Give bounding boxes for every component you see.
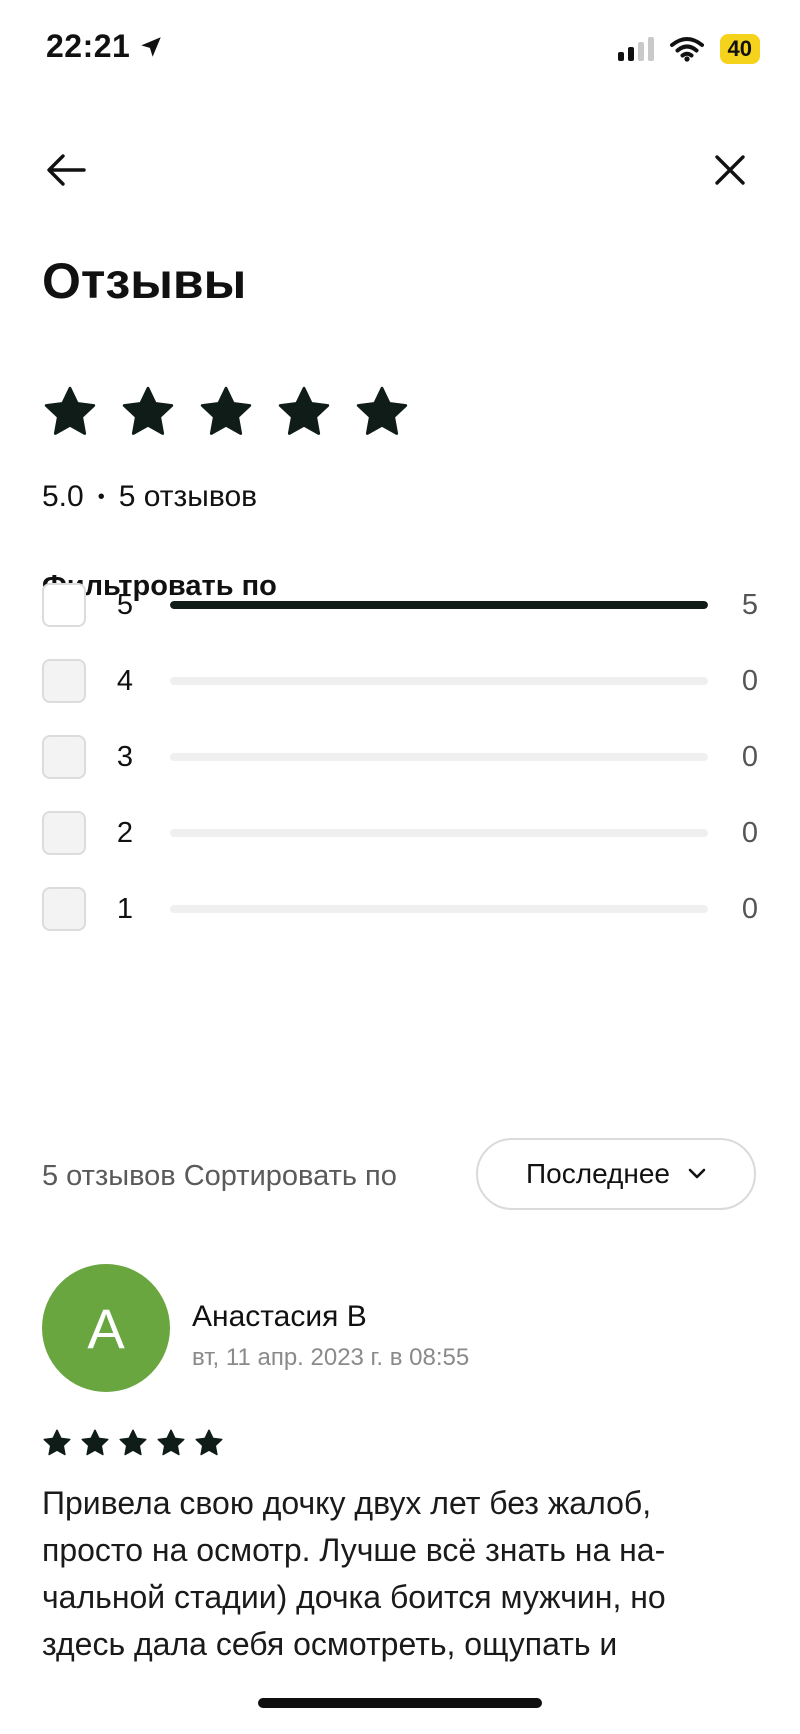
filter-count: 0 — [741, 816, 758, 849]
rating-separator: • — [97, 485, 105, 508]
page-title: Отзывы — [42, 253, 247, 309]
star-icon — [119, 1429, 147, 1456]
status-indicators: 40 — [617, 34, 760, 64]
arrow-left-icon — [47, 154, 86, 186]
wifi-icon — [669, 37, 704, 62]
review-text-line: просто на осмотр. Лучше всё знать на на- — [42, 1532, 666, 1568]
filter-label: 3 — [116, 740, 134, 773]
filter-bar-track — [170, 677, 708, 685]
star-icon — [157, 1429, 185, 1456]
sort-reviews-count: 5 отзывов — [42, 1159, 176, 1192]
cellular-signal-icon — [617, 37, 654, 61]
close-icon — [715, 155, 745, 185]
filter-count: 0 — [741, 740, 758, 773]
close-button[interactable] — [706, 146, 754, 194]
sort-label: Сортировать по — [183, 1159, 397, 1192]
sort-dropdown[interactable]: Последнее — [476, 1138, 756, 1210]
filter-checkbox-4[interactable] — [42, 659, 86, 703]
status-time-text: 22:21 — [46, 28, 131, 64]
star-icon — [195, 1429, 223, 1456]
filter-bar-track — [170, 601, 708, 609]
review-header: A Анастасия В вт, 11 апр. 2023 г. в 08:5… — [42, 1264, 758, 1392]
star-icon — [356, 386, 408, 435]
filter-row-1[interactable]: 1 0 — [42, 884, 758, 934]
filter-bar-track — [170, 829, 708, 837]
chevron-down-icon — [688, 1168, 706, 1179]
star-icon — [44, 386, 96, 435]
filter-label: 4 — [116, 664, 134, 697]
rating-value: 5.0 — [42, 480, 84, 513]
filter-checkbox-1[interactable] — [42, 887, 86, 931]
battery-indicator: 40 — [719, 34, 760, 64]
filter-checkbox-5[interactable] — [42, 583, 86, 627]
review-stars — [42, 1428, 758, 1458]
review-text-line: здесь дала себя осмотреть, ощупать и — [42, 1626, 618, 1662]
filter-row-4[interactable]: 4 0 — [42, 656, 758, 706]
filter-count: 0 — [741, 664, 758, 697]
rating-summary: 5.0 • 5 отзывов — [42, 480, 257, 514]
sort-row: 5 отзывов Сортировать по Последнее — [42, 1138, 758, 1214]
reviews-count: 5 отзывов — [118, 480, 258, 513]
filter-checkbox-3[interactable] — [42, 735, 86, 779]
star-icon — [43, 1429, 71, 1456]
filter-count: 5 — [741, 588, 758, 621]
status-time: 22:21 — [46, 28, 164, 65]
reviewer-name: Анастасия В — [192, 1300, 367, 1333]
filter-row-2[interactable]: 2 0 — [42, 808, 758, 858]
star-icon — [278, 386, 330, 435]
filter-bar-fill — [170, 601, 708, 609]
filter-label: 5 — [116, 588, 134, 621]
filter-label: 2 — [116, 816, 134, 849]
star-icon — [200, 386, 252, 435]
review-card: A Анастасия В вт, 11 апр. 2023 г. в 08:5… — [42, 1264, 758, 1668]
reviewer-info: Анастасия В вт, 11 апр. 2023 г. в 08:55 — [192, 1264, 469, 1372]
filter-checkbox-2[interactable] — [42, 811, 86, 855]
filter-row-3[interactable]: 3 0 — [42, 732, 758, 782]
sort-text: 5 отзывов Сортировать по — [42, 1160, 397, 1193]
review-date: вт, 11 апр. 2023 г. в 08:55 — [192, 1344, 470, 1371]
back-button[interactable] — [42, 146, 90, 194]
home-indicator — [258, 1698, 542, 1708]
filter-bar-track — [170, 905, 708, 913]
star-icon — [81, 1429, 109, 1456]
star-icon — [122, 386, 174, 435]
sort-selected-value: Последнее — [526, 1158, 670, 1189]
filter-label: 1 — [116, 892, 134, 925]
filter-bar-track — [170, 753, 708, 761]
filter-count: 0 — [741, 892, 758, 925]
review-text-line: чальной стадии) дочка боится мужчин, но — [42, 1579, 666, 1615]
review-text: Привела свою дочку двух лет без жалоб, п… — [42, 1480, 758, 1668]
summary-stars — [42, 384, 410, 440]
location-arrow-icon — [141, 36, 162, 57]
avatar: A — [42, 1264, 170, 1392]
filter-row-5[interactable]: 5 5 — [42, 580, 758, 630]
review-text-line: Привела свою дочку двух лет без жалоб, — [42, 1485, 652, 1521]
